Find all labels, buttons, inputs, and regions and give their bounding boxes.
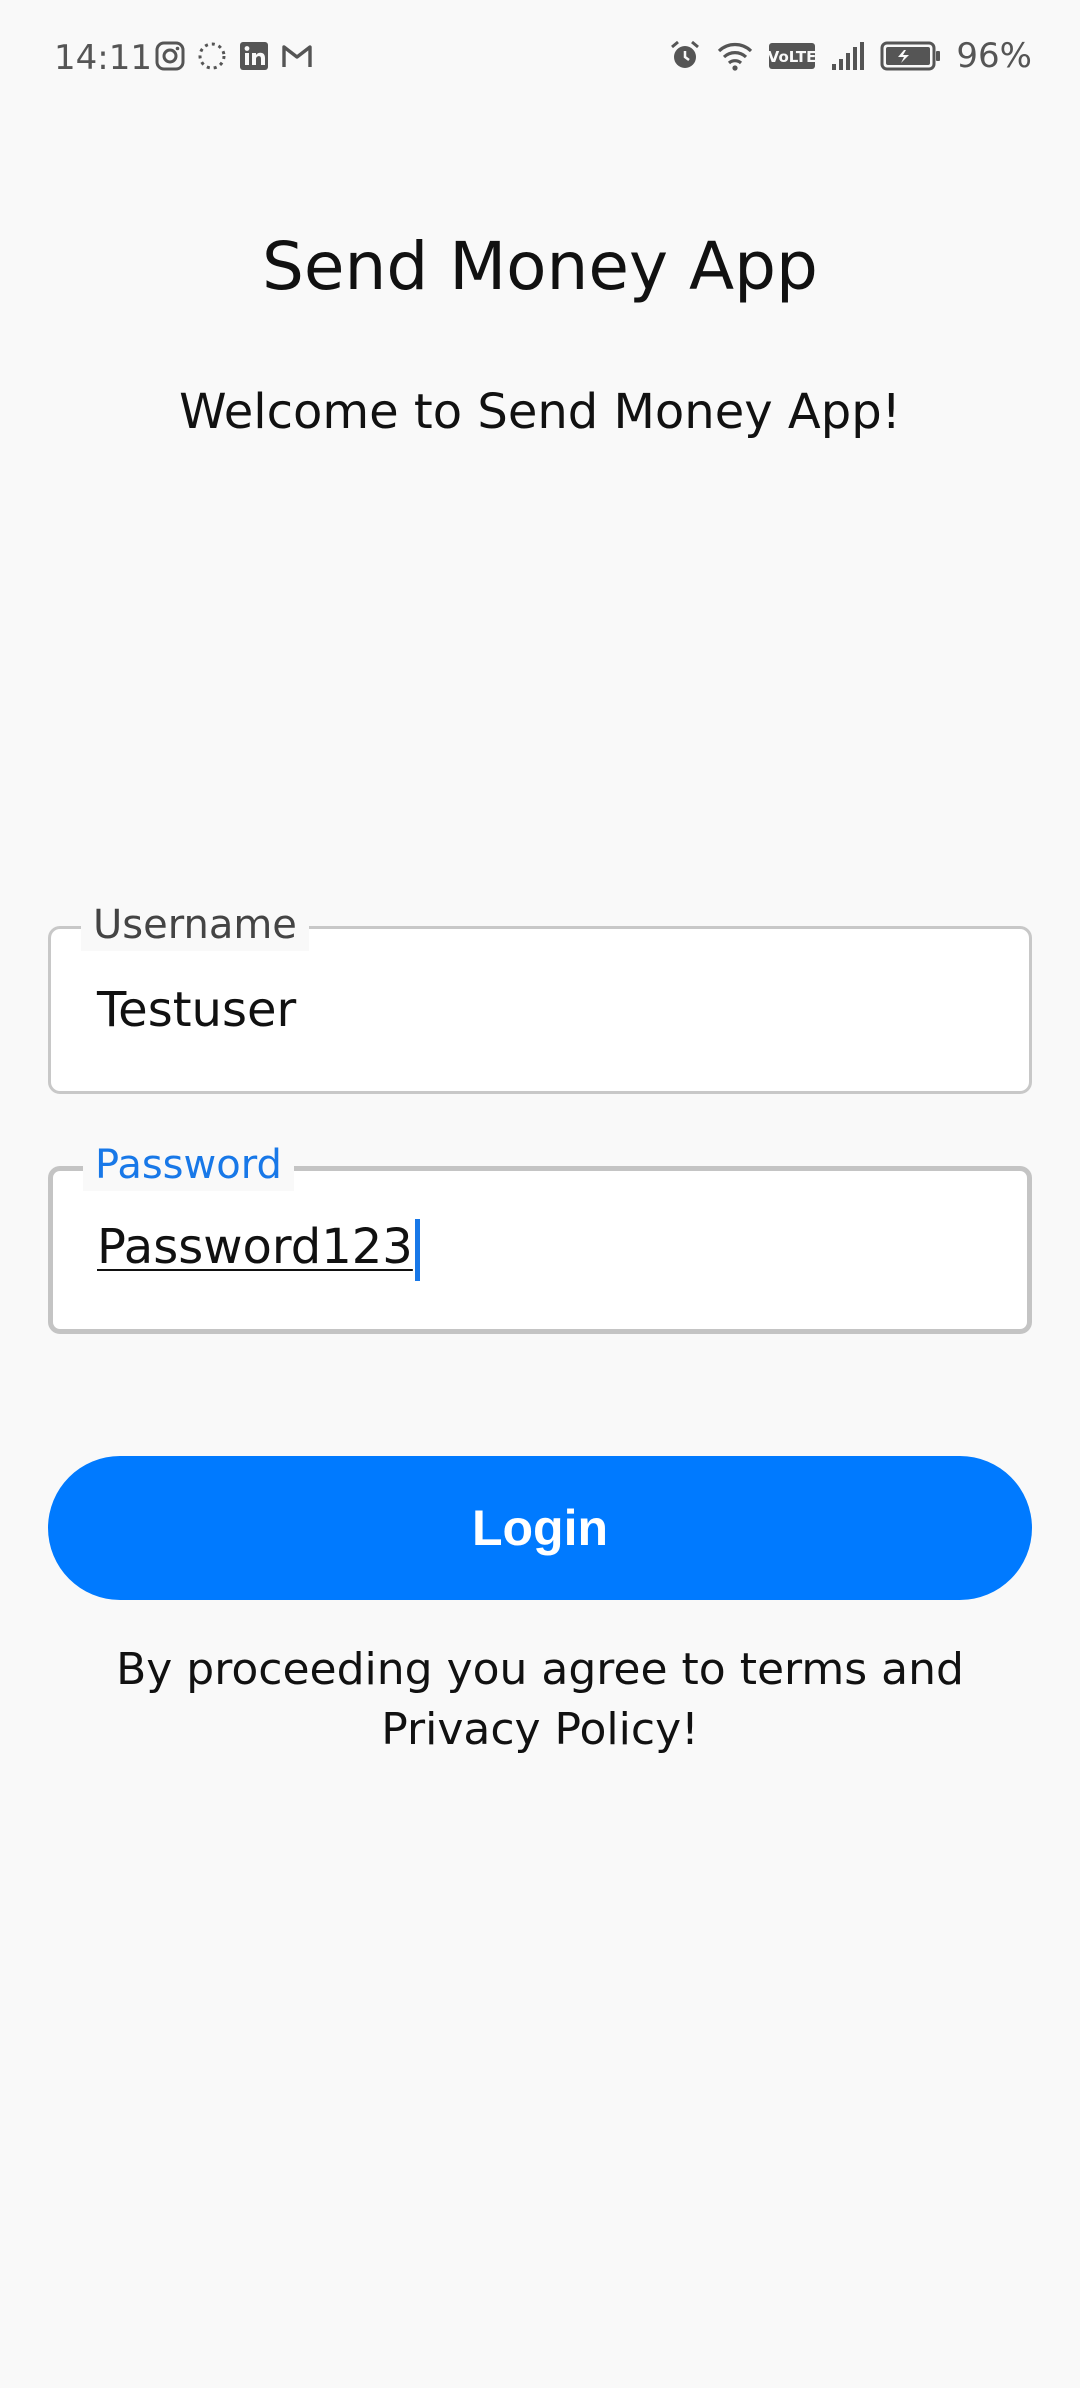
notification-icons: [154, 40, 314, 72]
instagram-icon: [154, 40, 186, 72]
app-title: Send Money App: [262, 228, 818, 305]
login-button[interactable]: Login: [48, 1456, 1032, 1600]
signal-icon: [830, 40, 866, 72]
password-value: Password123: [97, 1219, 413, 1275]
loading-circle-icon: [196, 40, 228, 72]
alarm-icon: [668, 39, 702, 73]
terms-text: By proceeding you agree to terms and Pri…: [116, 1644, 964, 1755]
welcome-text: Welcome to Send Money App!: [179, 384, 901, 440]
username-field[interactable]: Username Testuser: [48, 899, 1032, 1094]
wifi-icon: [716, 39, 754, 73]
password-field[interactable]: Password Password123: [48, 1139, 1032, 1334]
linkedin-icon: [238, 40, 270, 72]
status-time: 14:11: [54, 38, 152, 78]
password-value-wrap: Password123: [97, 1219, 420, 1281]
gmail-icon: [280, 40, 314, 72]
username-label: Username: [81, 899, 309, 951]
text-cursor: [414, 1219, 420, 1281]
password-label: Password: [83, 1139, 294, 1191]
status-bar: 14:11 VoLTE 96%: [0, 0, 1080, 120]
system-icons: VoLTE 96%: [668, 36, 1032, 76]
battery-percentage: 96%: [956, 36, 1032, 76]
username-value: Testuser: [97, 982, 297, 1038]
volte-icon: VoLTE: [768, 41, 816, 71]
svg-text:VoLTE: VoLTE: [768, 48, 816, 66]
battery-icon: [880, 40, 942, 72]
